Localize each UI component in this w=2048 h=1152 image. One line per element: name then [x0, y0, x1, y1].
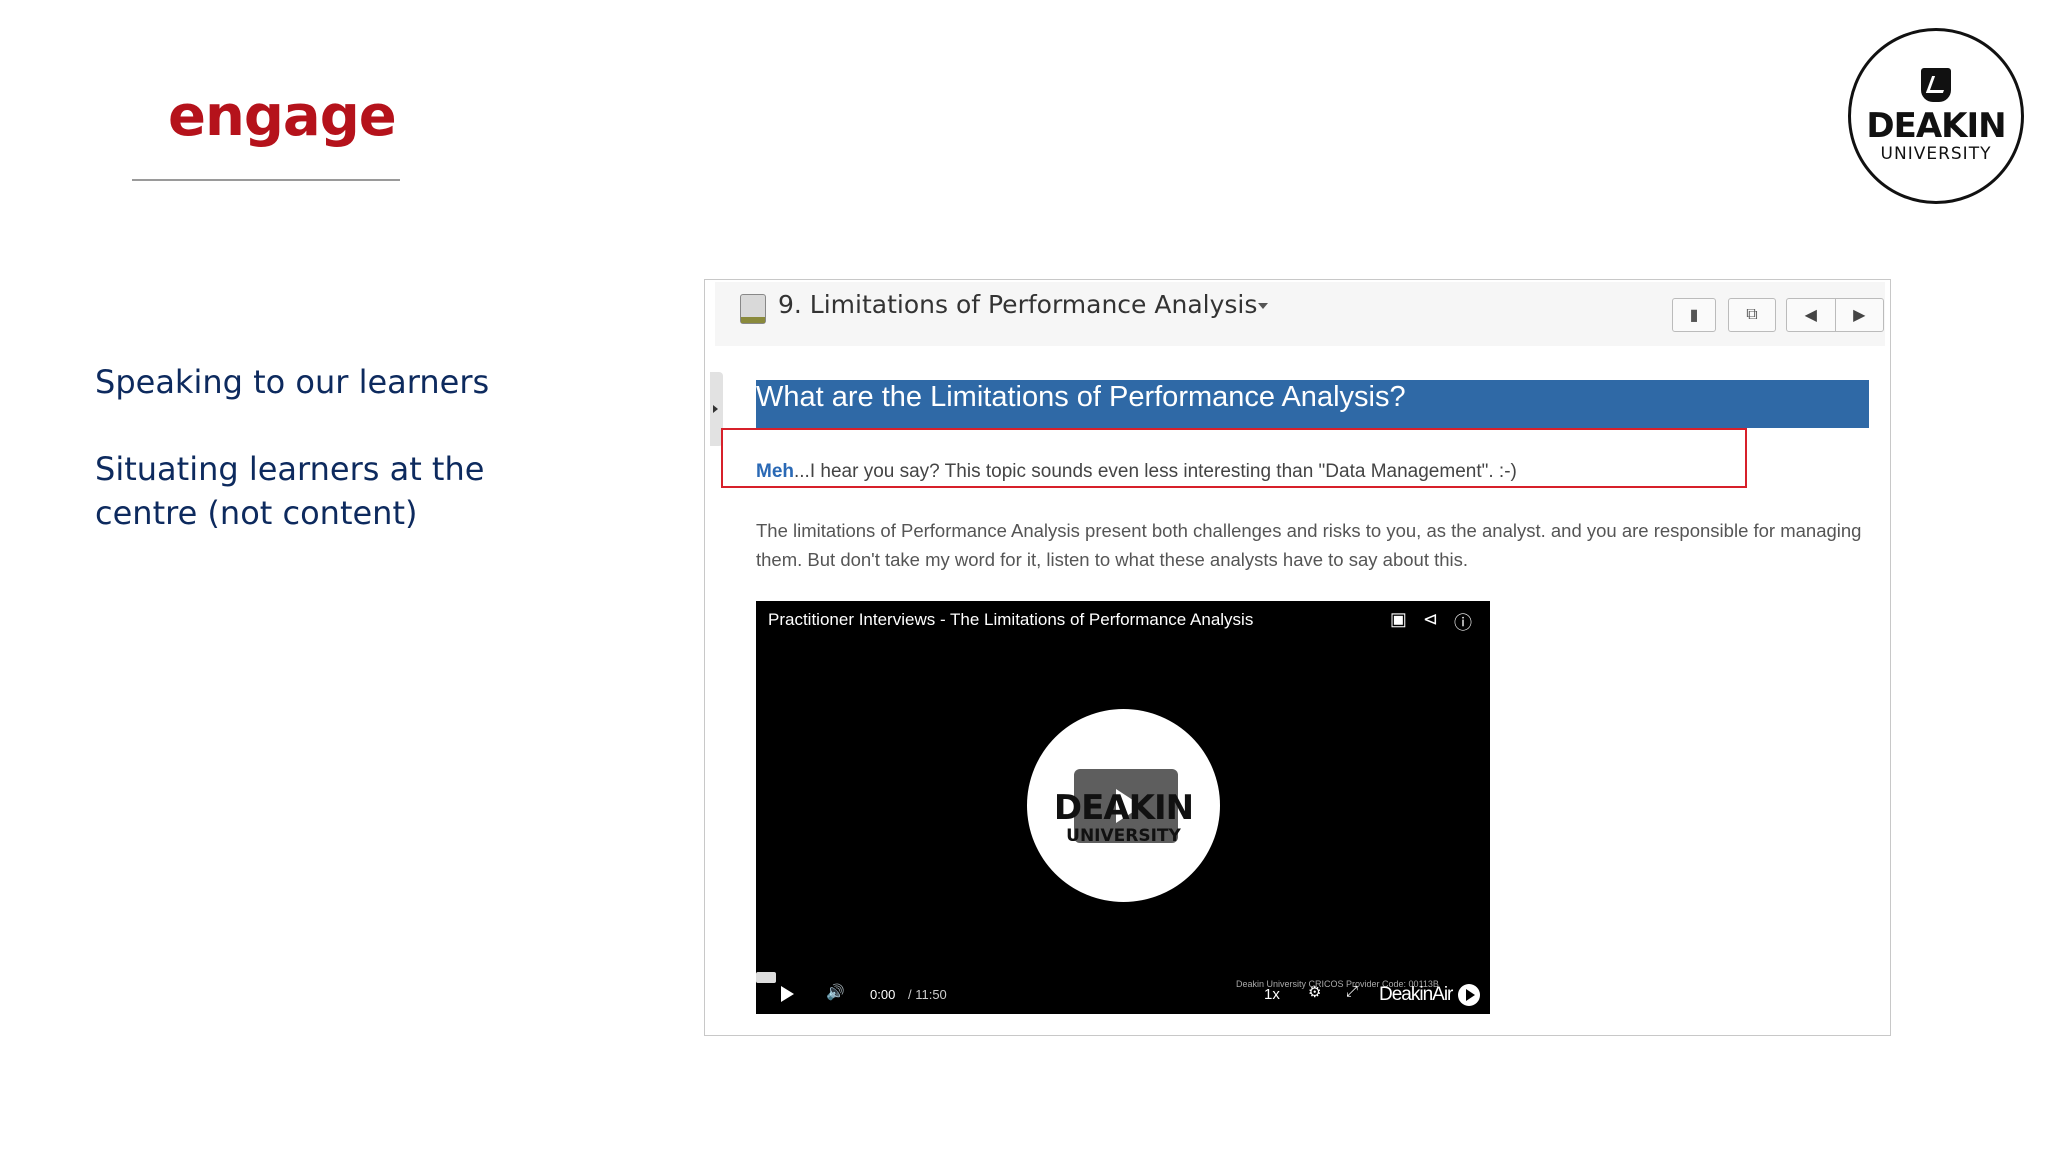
- meh-rest: ...I hear you say? This topic sounds eve…: [794, 461, 1517, 482]
- title-underline: [132, 179, 400, 181]
- play-icon[interactable]: [781, 986, 794, 1002]
- next-page-button[interactable]: ▶: [1836, 299, 1884, 331]
- logo-subtitle: UNIVERSITY: [1880, 144, 1992, 164]
- intro-paragraph: The limitations of Performance Analysis …: [756, 520, 1862, 570]
- deakinair-play-icon: [1458, 984, 1480, 1006]
- shield-icon: [1921, 68, 1951, 102]
- meh-line: Meh...I hear you say? This topic sounds …: [756, 461, 1517, 483]
- bookmark-icon: ▮: [1689, 307, 1699, 324]
- point-situating-1: Situating learners at the: [95, 450, 485, 488]
- video-thumbnail[interactable]: DEAKIN UNIVERSITY: [1027, 709, 1220, 902]
- previous-page-button[interactable]: ◀: [1787, 299, 1836, 331]
- chevron-down-icon[interactable]: [1258, 303, 1268, 314]
- page-icon: [740, 294, 766, 324]
- bookmark-button[interactable]: ▮: [1672, 298, 1716, 332]
- new-window-icon: ⧉: [1746, 306, 1758, 323]
- point-situating-2: centre (not content): [95, 494, 418, 532]
- point-speaking: Speaking to our learners: [95, 363, 490, 401]
- deakin-logo: DEAKIN UNIVERSITY: [1848, 28, 2024, 204]
- breadcrumb[interactable]: 9. Limitations of Performance Analysis: [778, 290, 1257, 319]
- slide-title: engage: [168, 84, 397, 149]
- video-player[interactable]: Practitioner Interviews - The Limitation…: [756, 601, 1490, 1014]
- heading-bar: What are the Limitations of Performance …: [756, 380, 1869, 428]
- page-heading: What are the Limitations of Performance …: [756, 381, 1406, 413]
- logo-name: DEAKIN: [1866, 106, 2006, 146]
- progress-handle[interactable]: [756, 972, 776, 983]
- new-window-button[interactable]: ⧉: [1728, 298, 1776, 332]
- page-navigation: ◀ ▶: [1786, 298, 1884, 332]
- info-icon[interactable]: ⓘ: [1454, 609, 1472, 635]
- speed-button[interactable]: 1x: [1264, 986, 1280, 1003]
- thumbnail-logo-name: DEAKIN: [1053, 788, 1194, 828]
- camera-icon[interactable]: ▣: [1390, 609, 1407, 635]
- video-actions: ▣ ⊲ ⓘ: [1390, 609, 1472, 635]
- fullscreen-icon[interactable]: ⤢: [1346, 983, 1358, 1000]
- video-title: Practitioner Interviews - The Limitation…: [768, 610, 1254, 629]
- share-icon[interactable]: ⊲: [1423, 609, 1438, 635]
- time-current: 0:00: [870, 987, 896, 1002]
- meh-bold: Meh: [756, 461, 794, 482]
- time-total: / 11:50: [908, 987, 947, 1002]
- volume-icon[interactable]: 🔊: [826, 983, 845, 1001]
- deakinair-brand: DeakinAir: [1379, 984, 1453, 1005]
- thumbnail-logo-subtitle: UNIVERSITY: [1066, 826, 1181, 846]
- gear-icon[interactable]: ⚙: [1308, 983, 1321, 1001]
